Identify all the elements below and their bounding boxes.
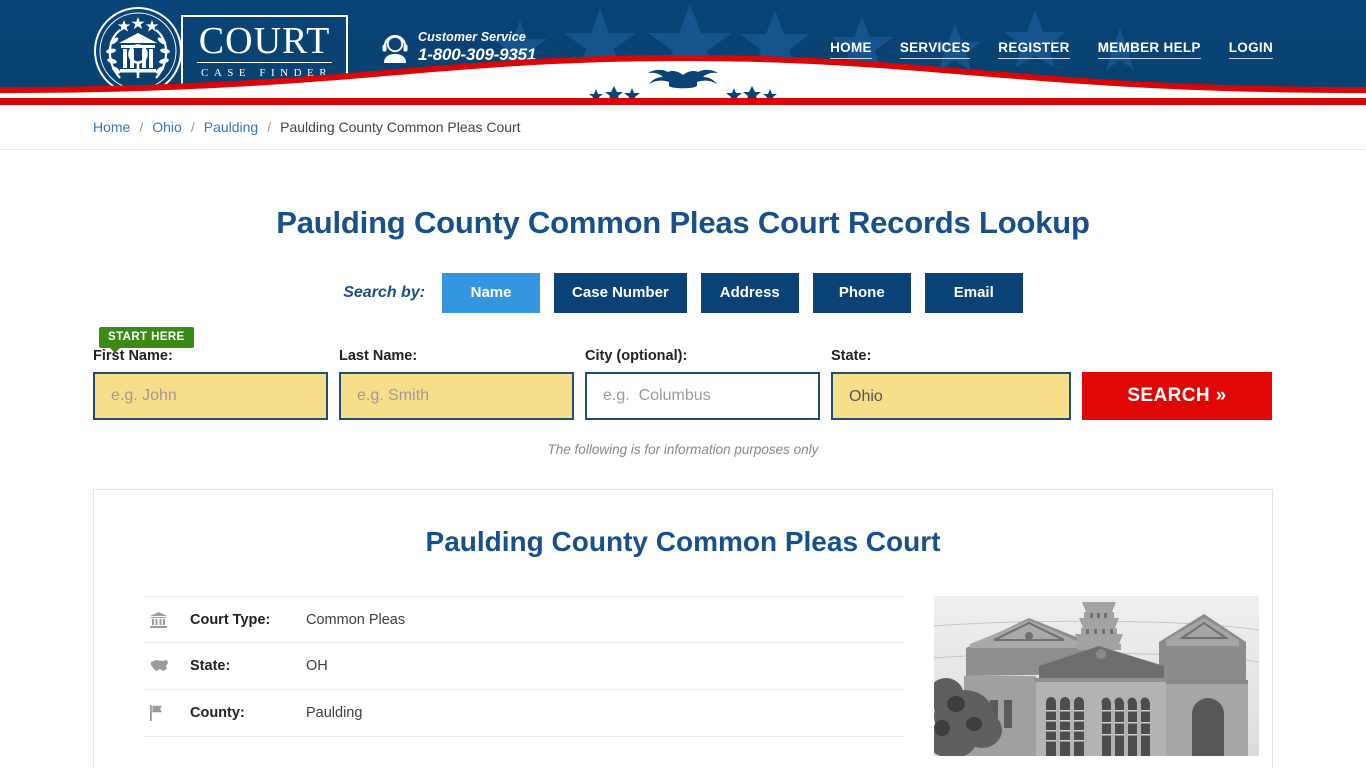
- state-label: State:: [831, 348, 872, 364]
- search-form: START HERE First Name: Last Name: City (…: [93, 313, 1273, 457]
- courthouse-photo: [934, 596, 1259, 756]
- breadcrumb-separator: /: [190, 119, 195, 135]
- search-fields-row: First Name: Last Name: City (optional): …: [93, 348, 1273, 420]
- table-row: State: OH: [144, 643, 904, 690]
- city-field-group: City (optional):: [585, 348, 820, 420]
- tab-phone[interactable]: Phone: [812, 273, 911, 313]
- flag-icon: [144, 705, 190, 721]
- tab-email[interactable]: Email: [924, 273, 1023, 313]
- breadcrumb-bar: Home / Ohio / Paulding / Paulding County…: [0, 105, 1366, 150]
- last-name-field-group: Last Name:: [339, 348, 574, 420]
- search-by-tabs: Search by: Name Case Number Address Phon…: [93, 273, 1273, 313]
- breadcrumb: Home / Ohio / Paulding / Paulding County…: [93, 119, 1273, 135]
- city-label: City (optional):: [585, 348, 688, 364]
- state-select[interactable]: Ohio: [831, 372, 1071, 420]
- tab-address[interactable]: Address: [700, 273, 799, 313]
- start-here-badge: START HERE: [99, 327, 194, 353]
- row-label-county: County:: [190, 705, 245, 721]
- first-name-field-group: First Name:: [93, 348, 328, 420]
- breadcrumb-item-paulding[interactable]: Paulding: [204, 119, 259, 135]
- state-field-group: State: Ohio: [831, 348, 1071, 420]
- site-header: COURT CASE FINDER Customer Service 1-800…: [0, 0, 1366, 98]
- court-info-card: Paulding County Common Pleas Court Court…: [93, 489, 1273, 768]
- header-eagle-emblem: [589, 69, 777, 98]
- us-map-icon: [144, 659, 190, 673]
- row-value-county: Paulding: [306, 705, 363, 721]
- courthouse-photo-svg: [934, 596, 1259, 756]
- last-name-input[interactable]: [339, 372, 574, 420]
- row-label-court-type: Court Type:: [190, 611, 271, 628]
- city-input[interactable]: [585, 372, 820, 420]
- page-title: Paulding County Common Pleas Court Recor…: [276, 205, 1090, 240]
- breadcrumb-separator: /: [267, 119, 272, 135]
- tab-case-number[interactable]: Case Number: [554, 273, 687, 313]
- row-value-state: OH: [306, 658, 328, 674]
- search-by-label: Search by:: [343, 284, 426, 301]
- row-value-court-type: Common Pleas: [306, 611, 406, 628]
- court-info-table: Court Type: Common Pleas State: OH Count…: [144, 596, 904, 756]
- table-row: County: Paulding: [144, 690, 904, 737]
- last-name-label: Last Name:: [339, 348, 418, 364]
- breadcrumb-item-home[interactable]: Home: [93, 119, 130, 135]
- table-row: Court Type: Common Pleas: [144, 596, 904, 643]
- breadcrumb-item-ohio[interactable]: Ohio: [152, 119, 182, 135]
- breadcrumb-item-current: Paulding County Common Pleas Court: [280, 119, 521, 135]
- header-red-divider: [0, 98, 1366, 105]
- search-disclaimer: The following is for information purpose…: [547, 442, 819, 457]
- tab-name[interactable]: Name: [442, 273, 541, 313]
- bank-icon: [144, 611, 190, 628]
- court-card-title: Paulding County Common Pleas Court: [425, 526, 941, 557]
- first-name-label: First Name:: [93, 348, 173, 364]
- customer-service-label: Customer Service: [418, 30, 526, 44]
- first-name-input[interactable]: [93, 372, 328, 420]
- breadcrumb-separator: /: [139, 119, 144, 135]
- search-button[interactable]: SEARCH »: [1082, 372, 1272, 420]
- row-label-state: State:: [190, 658, 231, 674]
